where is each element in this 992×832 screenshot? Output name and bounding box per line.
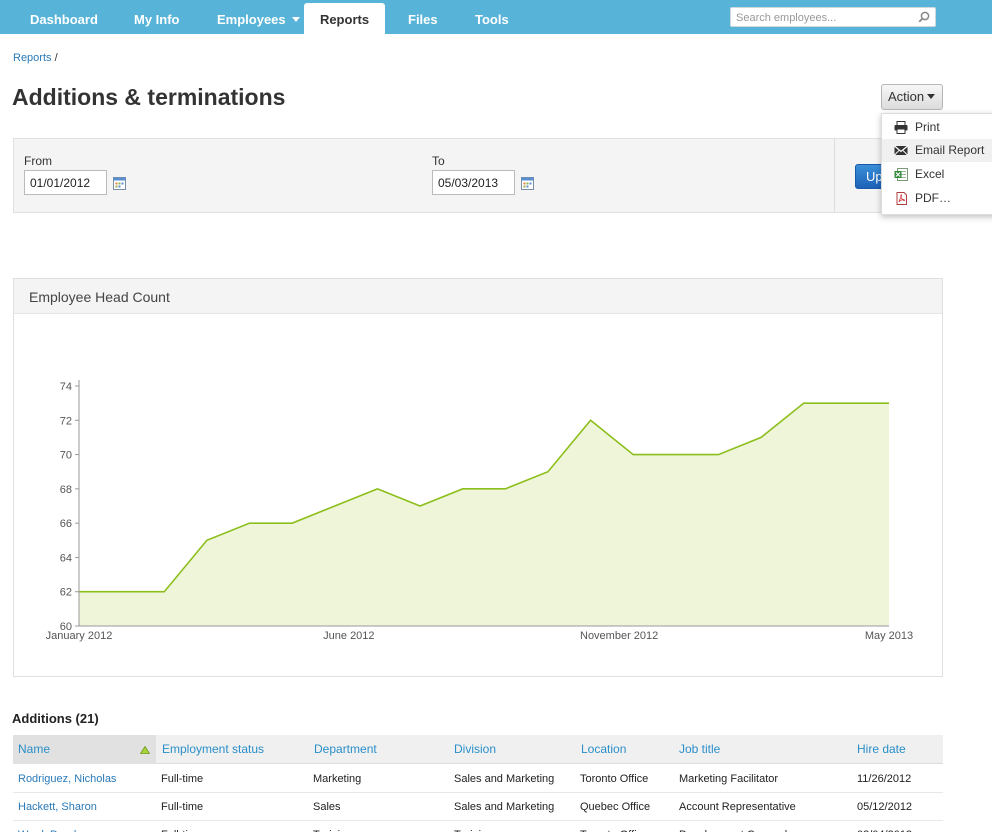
- envelope-icon: [894, 145, 908, 156]
- y-tick-label: 62: [60, 587, 72, 599]
- menu-item-email-report-label: Email Report: [915, 143, 985, 157]
- table-cell: Development Counselor: [679, 821, 797, 832]
- menu-item-excel[interactable]: Excel: [882, 163, 992, 186]
- table-header: Name Employment status Department Divisi…: [13, 735, 943, 764]
- table-cell: Full-time: [161, 801, 204, 813]
- sort-ascending-icon: [140, 746, 150, 754]
- table-row: Ward, Derek Full-time Training Training Toro…: [13, 821, 943, 832]
- y-tick-label: 66: [60, 518, 72, 530]
- x-tick-label: May 2013: [865, 630, 913, 642]
- to-date-input[interactable]: [432, 170, 515, 195]
- y-tick-label: 70: [60, 450, 72, 462]
- table-cell: Sales: [313, 801, 341, 813]
- nav-my-info[interactable]: My Info: [134, 0, 180, 34]
- table-row: Hackett, Sharon Full-time Sales Sales and M…: [13, 793, 943, 821]
- table-cell: 05/12/2012: [857, 801, 913, 813]
- action-button-label: Action: [888, 89, 925, 104]
- table-cell: Sales and Marketing: [454, 801, 555, 813]
- menu-item-print[interactable]: Print: [882, 116, 992, 139]
- nav-files[interactable]: Files: [408, 0, 438, 34]
- table-cell: Full-time: [161, 821, 203, 832]
- chart-panel: Employee Head Count 60 62 64 66 68 70 72 74 Janu…: [13, 278, 943, 677]
- column-header-division[interactable]: Division: [454, 735, 496, 764]
- calendar-icon[interactable]: [521, 177, 534, 190]
- employee-name-link[interactable]: Rodriguez, Nicholas: [18, 765, 116, 793]
- chevron-down-icon: [291, 17, 300, 23]
- calendar-icon[interactable]: [113, 177, 126, 190]
- table-cell: 11/26/2012: [857, 773, 912, 785]
- nav-employees[interactable]: Employees: [217, 0, 300, 34]
- filter-panel: From To Update: [13, 138, 992, 213]
- top-nav: Dashboard My Info Employees Reports File…: [0, 0, 992, 34]
- from-label: From: [24, 154, 52, 168]
- x-tick-label: November 2012: [580, 630, 658, 642]
- table-cell: Marketing Facilitator: [679, 773, 779, 785]
- area-fill: [79, 403, 889, 626]
- table-cell: 03/04/2012: [857, 821, 912, 832]
- search-box: [730, 7, 936, 27]
- head-count-chart: 6062646668707274January 2012 June 2012 Nov…: [46, 380, 913, 642]
- additions-title: Additions (21): [12, 711, 99, 726]
- pdf-icon: [896, 192, 907, 205]
- excel-icon: [894, 168, 908, 181]
- column-header-department[interactable]: Department: [314, 735, 377, 764]
- column-header-name-label: Name: [18, 742, 51, 756]
- magnifier-icon[interactable]: [918, 11, 930, 23]
- menu-item-pdf-label: PDF…: [915, 191, 951, 205]
- action-menu: Print Email Report Excel PDF…: [881, 113, 992, 215]
- x-tick-label: June 2012: [323, 630, 374, 642]
- column-header-job-title[interactable]: Job title: [679, 735, 720, 764]
- action-button[interactable]: Action: [881, 84, 943, 110]
- employee-name-link[interactable]: Hackett, Sharon: [18, 793, 97, 821]
- page-title: Additions & terminations: [12, 84, 286, 110]
- y-tick-label: 74: [60, 381, 72, 393]
- panel-divider: [834, 139, 835, 212]
- table-cell: Quebec Office: [580, 801, 651, 813]
- menu-item-excel-label: Excel: [915, 167, 945, 181]
- from-date-input[interactable]: [24, 170, 107, 195]
- y-tick-label: 68: [60, 484, 72, 496]
- menu-item-print-label: Print: [915, 120, 940, 134]
- column-header-location[interactable]: Location: [581, 735, 626, 764]
- table-row: Rodriguez, Nicholas Full-time Marketing Sal…: [13, 765, 943, 793]
- search-input[interactable]: [731, 9, 911, 27]
- to-label: To: [432, 154, 445, 168]
- menu-item-pdf[interactable]: PDF…: [882, 187, 992, 210]
- column-header-employment-status[interactable]: Employment status: [162, 735, 264, 764]
- breadcrumb: Reports /: [13, 52, 58, 64]
- table-cell: Account Representative: [679, 801, 796, 813]
- menu-item-email-report[interactable]: Email Report: [882, 139, 992, 162]
- employee-name-link[interactable]: Ward, Derek: [18, 821, 79, 832]
- table-cell: Full-time: [161, 773, 204, 785]
- table-cell: Marketing: [313, 773, 362, 785]
- table-cell: Training: [313, 821, 352, 832]
- caret-down-icon: [927, 94, 936, 100]
- column-header-hire-date[interactable]: Hire date: [857, 735, 906, 764]
- nav-reports[interactable]: Reports: [304, 3, 385, 34]
- table-cell: Sales and Marketing: [454, 773, 555, 785]
- y-tick-label: 72: [60, 415, 72, 427]
- nav-employees-label: Employees: [217, 12, 286, 27]
- table-cell: Toronto Office: [580, 821, 648, 832]
- x-tick-label: January 2012: [46, 630, 113, 642]
- printer-icon: [894, 121, 908, 134]
- breadcrumb-separator: /: [54, 52, 58, 64]
- table-cell: Toronto Office: [580, 773, 649, 785]
- nav-dashboard[interactable]: Dashboard: [30, 0, 98, 34]
- column-header-name[interactable]: Name: [13, 735, 156, 764]
- breadcrumb-reports-link[interactable]: Reports: [13, 52, 52, 64]
- y-tick-label: 64: [60, 552, 72, 564]
- nav-tools[interactable]: Tools: [475, 0, 509, 34]
- table-cell: Training: [454, 821, 493, 832]
